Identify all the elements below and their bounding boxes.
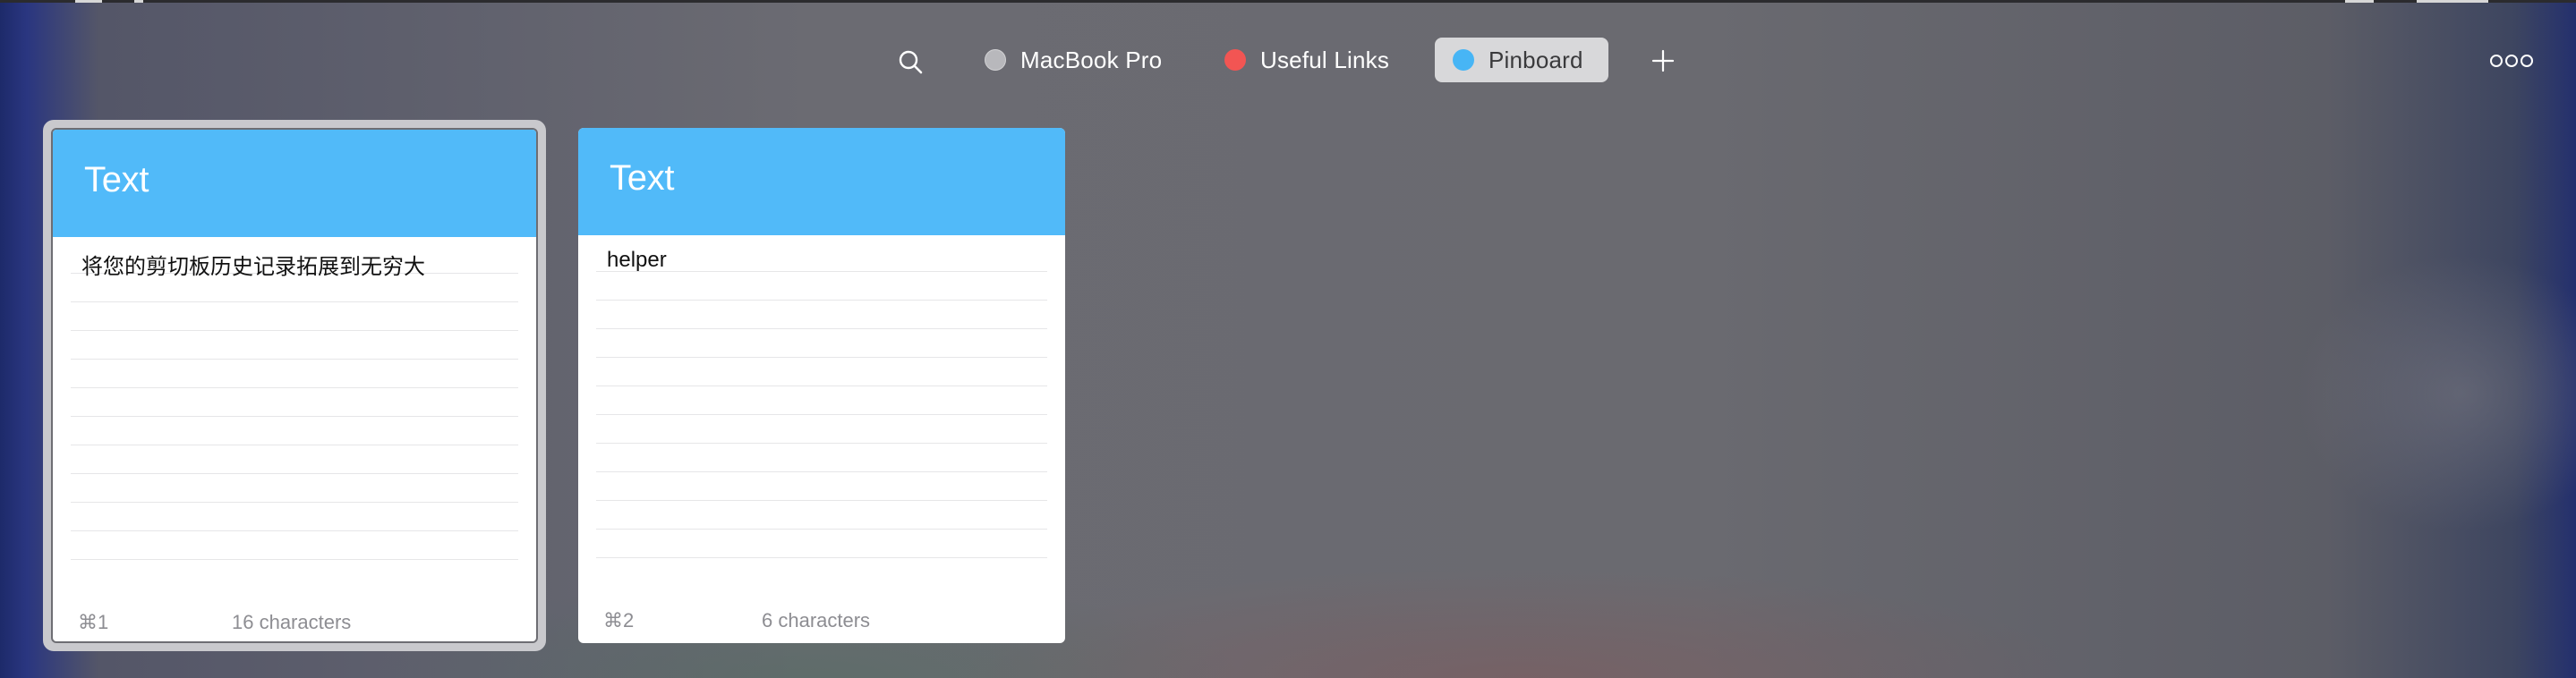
card-shortcut: ⌘1 <box>78 611 109 633</box>
useful-links-color-dot <box>1224 49 1246 71</box>
card-content-text: helper <box>607 248 667 272</box>
card-type-label: Text <box>610 158 675 198</box>
more-options-button[interactable] <box>2490 52 2533 70</box>
plus-icon <box>1651 49 1675 72</box>
search-button[interactable] <box>893 45 929 81</box>
tab-label: Pinboard <box>1488 46 1583 73</box>
macbook-pro-color-dot <box>985 49 1006 71</box>
clipboard-card-1[interactable]: Text 将您的剪切板历史记录拓展到无穷大 ⌘1 16 characters <box>51 128 538 643</box>
card-char-count: 6 characters <box>762 609 871 631</box>
screen-top-edge <box>0 0 2576 3</box>
paste-toolbar: MacBook Pro Useful Links Pinboard <box>0 34 2576 86</box>
card-content-text: 将您的剪切板历史记录拓展到无穷大 <box>81 255 425 279</box>
more-options-icon <box>2490 55 2533 67</box>
tab-label: Useful Links <box>1260 46 1390 73</box>
tab-pinboard[interactable]: Pinboard <box>1435 38 1608 82</box>
tab-useful-links[interactable]: Useful Links <box>1224 38 1403 82</box>
card-shortcut: ⌘2 <box>603 609 635 631</box>
card-ruled-body <box>578 235 1065 582</box>
tab-macbook-pro[interactable]: MacBook Pro <box>985 38 1181 82</box>
card-header: Text <box>53 130 536 237</box>
card-footer: ⌘1 16 characters <box>53 611 536 638</box>
add-pinboard-button[interactable] <box>1647 45 1679 77</box>
card-ruled-body <box>53 237 536 584</box>
tab-label: MacBook Pro <box>1020 46 1163 73</box>
card-type-label: Text <box>84 160 149 199</box>
card-header: Text <box>578 128 1065 235</box>
search-icon <box>899 50 923 74</box>
clipboard-card-2[interactable]: Text helper ⌘2 6 characters <box>578 128 1065 643</box>
pinboard-color-dot <box>1453 49 1474 71</box>
card-footer: ⌘2 6 characters <box>578 609 1065 636</box>
card-char-count: 16 characters <box>232 611 352 633</box>
